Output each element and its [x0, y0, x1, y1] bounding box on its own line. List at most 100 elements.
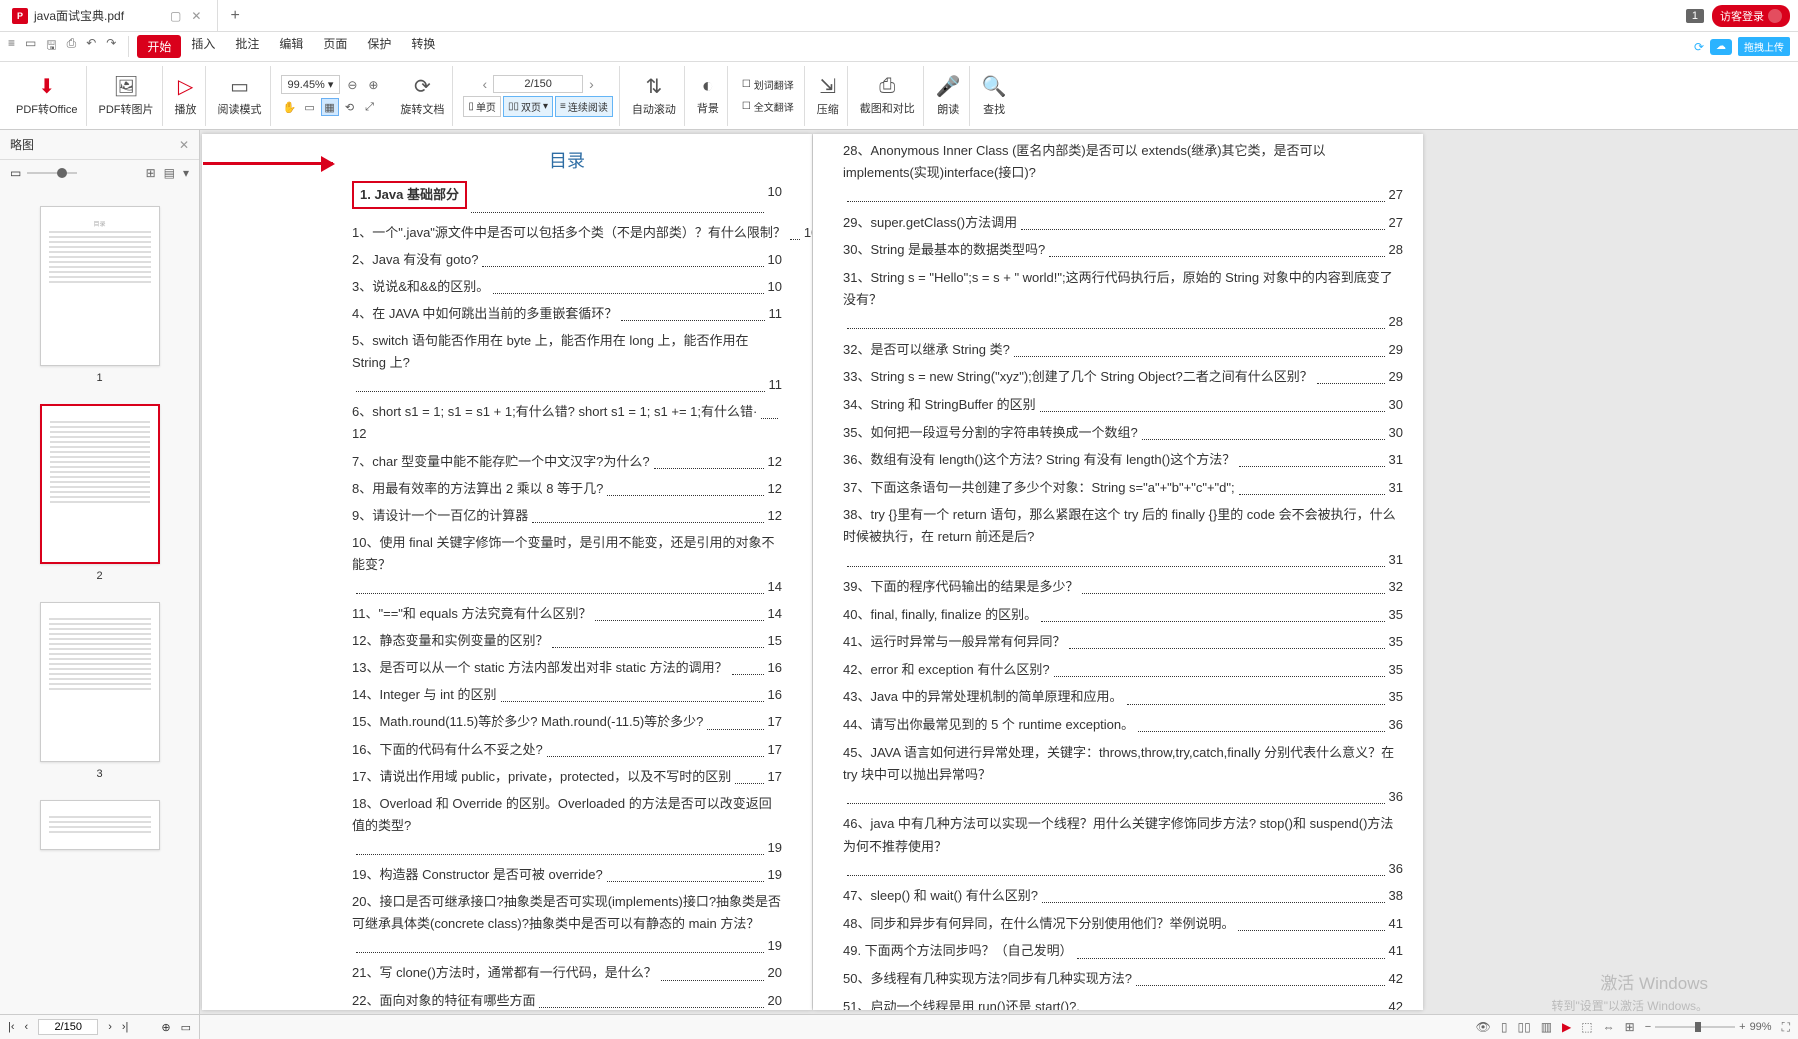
- single-view-icon[interactable]: ▯: [1501, 1020, 1508, 1034]
- cloud-sync-icon[interactable]: ⟳: [1694, 40, 1704, 54]
- continuous-button[interactable]: ≡ 连续阅读: [555, 96, 613, 117]
- menu-保护[interactable]: 保护: [357, 35, 401, 58]
- auto-scroll-button[interactable]: ⇅ 自动滚动: [624, 66, 685, 126]
- toc-entry[interactable]: 16、下面的代码有什么不妥之处?17: [352, 739, 782, 761]
- document-view[interactable]: 目录 1. Java 基础部分 10 1、一个".java"源文件中是否可以包括…: [200, 130, 1798, 1014]
- document-tab[interactable]: P java面试宝典.pdf ▢ ✕: [0, 0, 218, 32]
- single-page-button[interactable]: ▯ 单页: [463, 96, 501, 117]
- toc-entry[interactable]: 4、在 JAVA 中如何跳出当前的多重嵌套循环？11: [352, 303, 782, 325]
- menu-转换[interactable]: 转换: [401, 35, 445, 58]
- redo-icon[interactable]: ↷: [106, 36, 116, 57]
- hand-tool-icon[interactable]: ✋: [281, 98, 299, 116]
- toc-entry[interactable]: 22、面向对象的特征有哪些方面20: [352, 990, 782, 1011]
- grid-view-icon[interactable]: ⊞: [1625, 1020, 1635, 1034]
- toc-entry[interactable]: 17、请说出作用域 public，private，protected，以及不写时…: [352, 766, 782, 788]
- toc-entry[interactable]: 41、运行时异常与一般异常有何异同？35: [843, 631, 1403, 653]
- cloud-icon[interactable]: ☁: [1710, 39, 1732, 55]
- toc-entry[interactable]: 38、try {}里有一个 return 语句，那么紧跟在这个 try 后的 f…: [843, 504, 1403, 570]
- menu-批注[interactable]: 批注: [225, 35, 269, 58]
- last-page-icon[interactable]: ›|: [122, 1021, 129, 1033]
- toc-entry[interactable]: 14、Integer 与 int 的区别16: [352, 684, 782, 706]
- thumbnail-3[interactable]: 3: [10, 602, 189, 780]
- new-tab-button[interactable]: +: [218, 7, 251, 25]
- toc-entry[interactable]: 46、java 中有几种方法可以实现一个线程？用什么关键字修饰同步方法? sto…: [843, 813, 1403, 879]
- read-aloud-button[interactable]: 🎤 朗读: [928, 66, 970, 126]
- background-button[interactable]: ◐ 背景: [689, 66, 728, 126]
- menu-页面[interactable]: 页面: [313, 35, 357, 58]
- toc-entry[interactable]: 2、Java 有没有 goto?10: [352, 249, 782, 271]
- fit-page-icon[interactable]: ⤢: [361, 98, 379, 116]
- thumbnail-2[interactable]: 2: [10, 404, 189, 582]
- first-page-icon[interactable]: |‹: [8, 1021, 15, 1033]
- zoom-out-footer-icon[interactable]: −: [1645, 1021, 1651, 1033]
- pdf-to-image[interactable]: 🖼 PDF转图片: [91, 66, 163, 126]
- zoom-in-icon[interactable]: ⊕: [364, 76, 382, 94]
- toc-entry[interactable]: 40、final, finally, finalize 的区别。35: [843, 604, 1403, 626]
- toc-entry[interactable]: 13、是否可以从一个 static 方法内部发出对非 static 方法的调用？…: [352, 657, 782, 679]
- toc-entry[interactable]: 18、Overload 和 Override 的区别。Overloaded 的方…: [352, 793, 782, 859]
- continuous-view-icon[interactable]: ▥: [1541, 1020, 1552, 1034]
- select-tool-icon[interactable]: ▭: [301, 98, 319, 116]
- collapse-icon[interactable]: ▾: [183, 166, 189, 180]
- zoom-out-small-icon[interactable]: ▭: [10, 166, 21, 180]
- toc-entry[interactable]: 7、char 型变量中能不能存贮一个中文汉字?为什么?12: [352, 451, 782, 473]
- close-icon[interactable]: ✕: [187, 9, 205, 23]
- fit-width-icon[interactable]: ⟲: [341, 98, 359, 116]
- toc-entry[interactable]: 6、short s1 = 1; s1 = s1 + 1;有什么错? short …: [352, 401, 782, 445]
- upload-button[interactable]: 拖拽上传: [1738, 37, 1790, 56]
- dict-translate-button[interactable]: ☐ 划词翻译: [738, 75, 798, 94]
- toc-entry[interactable]: 34、String 和 StringBuffer 的区别30: [843, 394, 1403, 416]
- menu-开始[interactable]: 开始: [137, 35, 181, 58]
- fit-width-icon-footer[interactable]: ⇔: [1603, 1020, 1615, 1034]
- toc-entry[interactable]: 3、说说&和&&的区别。10: [352, 276, 782, 298]
- toc-entry[interactable]: 35、如何把一段逗号分割的字符串转换成一个数组?30: [843, 422, 1403, 444]
- slideshow-icon[interactable]: ▶: [1562, 1020, 1571, 1034]
- toc-entry[interactable]: 39、下面的程序代码输出的结果是多少？32: [843, 576, 1403, 598]
- toc-entry[interactable]: 20、接口是否可继承接口?抽象类是否可实现(implements)接口?抽象类是…: [352, 891, 782, 957]
- eye-icon[interactable]: 👁: [1476, 1020, 1491, 1034]
- menu-编辑[interactable]: 编辑: [269, 35, 313, 58]
- fit-icon[interactable]: ⬚: [1581, 1020, 1592, 1034]
- toc-entry[interactable]: 29、super.getClass()方法调用27: [843, 212, 1403, 234]
- toc-entry[interactable]: 28、Anonymous Inner Class (匿名内部类)是否可以 ext…: [843, 140, 1403, 206]
- page-input-footer[interactable]: [38, 1019, 98, 1035]
- toc-entry[interactable]: 12、静态变量和实例变量的区别？15: [352, 630, 782, 652]
- double-view-icon[interactable]: ▯▯: [1517, 1020, 1530, 1034]
- toc-entry[interactable]: 51、启动一个线程是用 run()还是 start()?.42: [843, 996, 1403, 1010]
- rotate-button[interactable]: ⟳ 旋转文档: [392, 66, 453, 126]
- toc-entry[interactable]: 37、下面这条语句一共创建了多少个对象：String s="a"+"b"+"c"…: [843, 477, 1403, 499]
- toc-entry[interactable]: 50、多线程有几种实现方法?同步有几种实现方法?42: [843, 968, 1403, 990]
- toc-entry[interactable]: 1、一个".java"源文件中是否可以包括多个类（不是内部类）？有什么限制？10: [352, 222, 782, 244]
- play-button[interactable]: ▷ 播放: [167, 66, 206, 126]
- toc-entry[interactable]: 11、"=="和 equals 方法究竟有什么区别？14: [352, 603, 782, 625]
- toc-entry[interactable]: 30、String 是最基本的数据类型吗?28: [843, 239, 1403, 261]
- save-icon[interactable]: 🖫: [46, 36, 56, 57]
- zoom-value[interactable]: 99.45% ▾: [281, 75, 341, 94]
- compress-button[interactable]: ⇲ 压缩: [809, 66, 848, 126]
- toc-entry[interactable]: 42、error 和 exception 有什么区别?35: [843, 659, 1403, 681]
- toc-entry[interactable]: 15、Math.round(11.5)等於多少? Math.round(-11.…: [352, 711, 782, 733]
- toc-entry[interactable]: 49. 下面两个方法同步吗？（自己发明）41: [843, 940, 1403, 962]
- open-icon[interactable]: ▭: [25, 36, 36, 57]
- read-mode-button[interactable]: ▭ 阅读模式: [210, 66, 271, 126]
- next-page-icon[interactable]: ›: [586, 76, 597, 92]
- toc-entry[interactable]: 44、请写出你最常见到的 5 个 runtime exception。36: [843, 714, 1403, 736]
- next-icon[interactable]: ›: [108, 1021, 112, 1033]
- toc-entry[interactable]: 21、写 clone()方法时，通常都有一行代码，是什么？20: [352, 962, 782, 984]
- prev-page-icon[interactable]: ‹: [479, 76, 490, 92]
- prev-icon[interactable]: ‹: [25, 1021, 29, 1033]
- undo-icon[interactable]: ↶: [86, 36, 96, 57]
- zoom-in-footer-icon[interactable]: +: [1739, 1021, 1745, 1033]
- screenshot-button[interactable]: ⎙ 截图和对比: [852, 66, 924, 126]
- toc-entry[interactable]: 19、构造器 Constructor 是否可被 override?19: [352, 864, 782, 886]
- print-icon[interactable]: ⎙: [67, 36, 77, 57]
- toc-entry[interactable]: 48、同步和异步有何异同，在什么情况下分别使用他们？举例说明。41: [843, 913, 1403, 935]
- toc-entry[interactable]: 33、String s = new String("xyz");创建了几个 St…: [843, 366, 1403, 388]
- list-icon[interactable]: ▤: [164, 166, 175, 180]
- thumbnail-1[interactable]: 目录 1: [10, 206, 189, 384]
- toc-entry[interactable]: 43、Java 中的异常处理机制的简单原理和应用。35: [843, 686, 1403, 708]
- toc-entry[interactable]: 31、String s = "Hello";s = s + " world!";…: [843, 267, 1403, 333]
- double-page-button[interactable]: ▯▯ 双页 ▾: [503, 96, 553, 117]
- notification-badge[interactable]: 1: [1686, 9, 1704, 23]
- pdf-to-office[interactable]: ⬇ PDF转Office: [8, 66, 87, 126]
